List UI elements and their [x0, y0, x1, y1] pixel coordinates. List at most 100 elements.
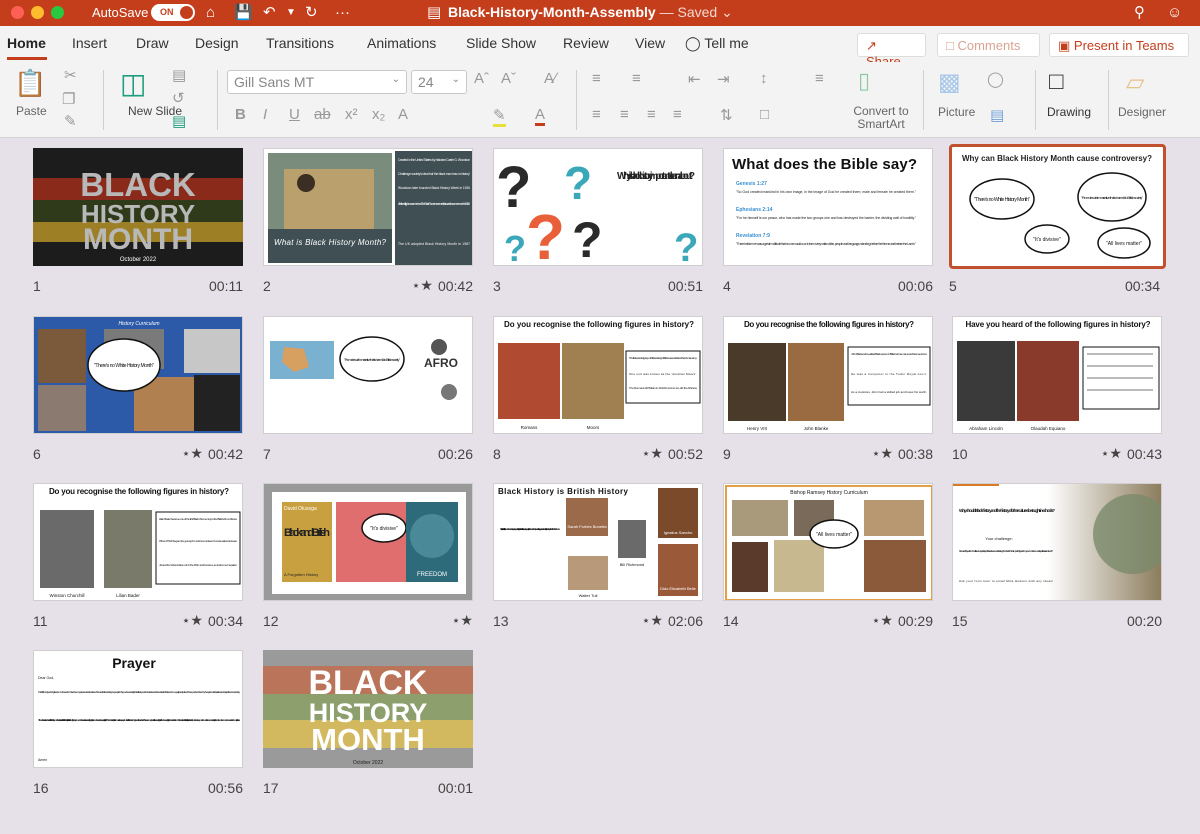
- slide-cell[interactable]: Why should Black history and the history…: [952, 483, 1162, 641]
- format-painter-icon[interactable]: ✎: [64, 112, 77, 130]
- new-slide-icon[interactable]: ◫: [120, 67, 146, 100]
- text-direction-icon[interactable]: ⇅: [720, 106, 733, 124]
- font-name-dropdown[interactable]: Gill Sans MT ⌄: [227, 70, 407, 94]
- slide-thumbnail[interactable]: History Curriculum "There's no White His…: [33, 316, 243, 434]
- slide-thumbnail[interactable]: BLACK HISTORY MONTH October 2022: [263, 650, 473, 768]
- slide-cell[interactable]: What does the Bible say? Genesis 1:27 "S…: [723, 148, 933, 306]
- document-title[interactable]: Black-History-Month-Assembly — Saved ⌄: [448, 4, 733, 21]
- underline-icon[interactable]: U: [289, 106, 300, 123]
- animation-star-icon[interactable]: ⋆★: [182, 445, 203, 462]
- tab-transitions[interactable]: Transitions: [266, 35, 334, 51]
- columns-icon[interactable]: ≡: [815, 70, 824, 87]
- slide-cell[interactable]: Black History is British History "Histor…: [493, 483, 703, 641]
- chevron-down-icon[interactable]: ▼: [286, 3, 296, 23]
- picture-label[interactable]: Picture: [938, 105, 975, 119]
- slide-cell[interactable]: David Olusoga Black and British A Forgot…: [263, 483, 473, 641]
- zoom-window-button[interactable]: [51, 6, 64, 19]
- search-icon[interactable]: ⚲: [1134, 3, 1145, 23]
- animation-star-icon[interactable]: ⋆★: [642, 612, 663, 629]
- designer-label[interactable]: Designer: [1118, 105, 1166, 119]
- slide-cell[interactable]: Why can Black History Month cause contro…: [949, 144, 1166, 302]
- slide-thumbnail[interactable]: Prayer Dear God, Merciful God, you bring…: [33, 650, 243, 768]
- tell-me[interactable]: ◯ Tell me: [685, 35, 749, 52]
- strikethrough-icon[interactable]: ab: [314, 106, 331, 123]
- undo-icon[interactable]: ↶: [263, 3, 276, 23]
- justify-icon[interactable]: ≡: [673, 106, 682, 123]
- slide-thumbnail[interactable]: David Olusoga Black and British A Forgot…: [263, 483, 473, 601]
- paste-label[interactable]: Paste: [16, 104, 47, 118]
- animation-star-icon[interactable]: ⋆★: [872, 445, 893, 462]
- slide-thumbnail-selected[interactable]: Why can Black History Month cause contro…: [949, 144, 1166, 269]
- share-button[interactable]: ↗ Share: [857, 33, 926, 69]
- font-size-dropdown[interactable]: 24 ⌄: [411, 70, 467, 94]
- autosave-toggle[interactable]: ON: [151, 4, 195, 21]
- increase-font-icon[interactable]: Aˆ: [474, 70, 489, 87]
- slide-cell[interactable]: Have you heard of the following figures …: [952, 316, 1162, 474]
- align-left-icon[interactable]: ≡: [592, 106, 601, 123]
- decrease-indent-icon[interactable]: ⇤: [688, 70, 701, 88]
- slide-thumbnail[interactable]: Bishop Ramsey History Curriculum "All li…: [723, 483, 933, 601]
- minimize-window-button[interactable]: [31, 6, 44, 19]
- tab-view[interactable]: View: [635, 35, 665, 51]
- decrease-font-icon[interactable]: Aˇ: [501, 70, 516, 87]
- copy-icon[interactable]: ❐: [62, 90, 75, 108]
- clear-format-icon[interactable]: A∕: [544, 70, 557, 87]
- slide-thumbnail[interactable]: Do you recognise the following figures i…: [723, 316, 933, 434]
- slide-cell[interactable]: Prayer Dear God, Merciful God, you bring…: [33, 650, 243, 808]
- animation-star-icon[interactable]: ⋆★: [1101, 445, 1122, 462]
- subscript-icon[interactable]: x₂: [372, 106, 385, 123]
- superscript-icon[interactable]: x²: [345, 106, 358, 123]
- slide-thumbnail[interactable]: Black History is British History "Histor…: [493, 483, 703, 601]
- convert-smartart-label[interactable]: Convert to SmartArt: [849, 105, 913, 131]
- animation-star-icon[interactable]: ⋆★: [872, 612, 893, 629]
- text-effects-icon[interactable]: A: [398, 106, 408, 123]
- slide-thumbnail[interactable]: Have you heard of the following figures …: [952, 316, 1162, 434]
- animation-star-icon[interactable]: ⋆★: [642, 445, 663, 462]
- tab-insert[interactable]: Insert: [72, 35, 107, 51]
- animation-star-icon[interactable]: ⋆★: [452, 612, 473, 629]
- slide-thumbnail[interactable]: "Promotes victim narrative that is harmf…: [263, 316, 473, 434]
- section-icon[interactable]: ▤: [172, 112, 186, 130]
- slide-cell[interactable]: ? ? ? ? ? ? Why is black history importa…: [493, 148, 703, 306]
- line-spacing-icon[interactable]: ↕: [760, 70, 768, 87]
- drawing-icon[interactable]: □: [1049, 68, 1064, 96]
- slide-thumbnail[interactable]: Do you recognise the following figures i…: [33, 483, 243, 601]
- drawing-label[interactable]: Drawing: [1047, 105, 1091, 119]
- highlight-icon[interactable]: ✎: [493, 106, 506, 127]
- paste-icon[interactable]: 📋: [14, 68, 46, 99]
- save-icon[interactable]: 💾: [234, 3, 253, 23]
- font-color-icon[interactable]: A: [535, 106, 546, 126]
- tab-home[interactable]: Home: [7, 35, 46, 51]
- account-icon[interactable]: ☺: [1167, 3, 1182, 23]
- slide-thumbnail[interactable]: Do you recognise the following figures i…: [493, 316, 703, 434]
- align-text-icon[interactable]: □: [760, 106, 769, 123]
- slide-thumbnail[interactable]: Why should Black history and the history…: [952, 483, 1162, 601]
- slide-thumbnail[interactable]: BLACK HISTORY MONTH October 2022: [33, 148, 243, 266]
- tab-slide-show[interactable]: Slide Show: [466, 35, 536, 51]
- slide-cell[interactable]: History Curriculum "There's no White His…: [33, 316, 243, 474]
- animation-star-icon[interactable]: ⋆★: [182, 612, 203, 629]
- slide-cell[interactable]: BLACK HISTORY MONTH October 2022 1 00:11: [33, 148, 243, 306]
- designer-icon[interactable]: ▱: [1126, 68, 1144, 97]
- slide-thumbnail[interactable]: What is Black History Month? Created in …: [263, 148, 473, 266]
- slide-cell[interactable]: Do you recognise the following figures i…: [33, 483, 243, 641]
- slide-cell[interactable]: Bishop Ramsey History Curriculum "All li…: [723, 483, 933, 641]
- text-box-icon[interactable]: ▤: [990, 106, 1004, 124]
- tab-review[interactable]: Review: [563, 35, 609, 51]
- redo-icon[interactable]: ↻: [305, 3, 318, 23]
- more-icon[interactable]: ···: [335, 3, 350, 23]
- layout-icon[interactable]: ▤: [172, 66, 186, 84]
- cut-icon[interactable]: ✂: [64, 66, 77, 84]
- tab-design[interactable]: Design: [195, 35, 239, 51]
- align-right-icon[interactable]: ≡: [647, 106, 656, 123]
- numbering-icon[interactable]: ≡: [632, 70, 641, 87]
- tab-draw[interactable]: Draw: [136, 35, 169, 51]
- comments-button[interactable]: □ Comments: [937, 33, 1040, 57]
- italic-icon[interactable]: I: [263, 106, 267, 123]
- slide-thumbnail[interactable]: What does the Bible say? Genesis 1:27 "S…: [723, 148, 933, 266]
- tab-animations[interactable]: Animations: [367, 35, 436, 51]
- bold-icon[interactable]: B: [235, 106, 246, 123]
- slide-cell[interactable]: BLACK HISTORY MONTH October 2022 17 00:0…: [263, 650, 473, 808]
- slide-cell[interactable]: What is Black History Month? Created in …: [263, 148, 473, 306]
- smartart-icon[interactable]: ▯: [858, 68, 870, 94]
